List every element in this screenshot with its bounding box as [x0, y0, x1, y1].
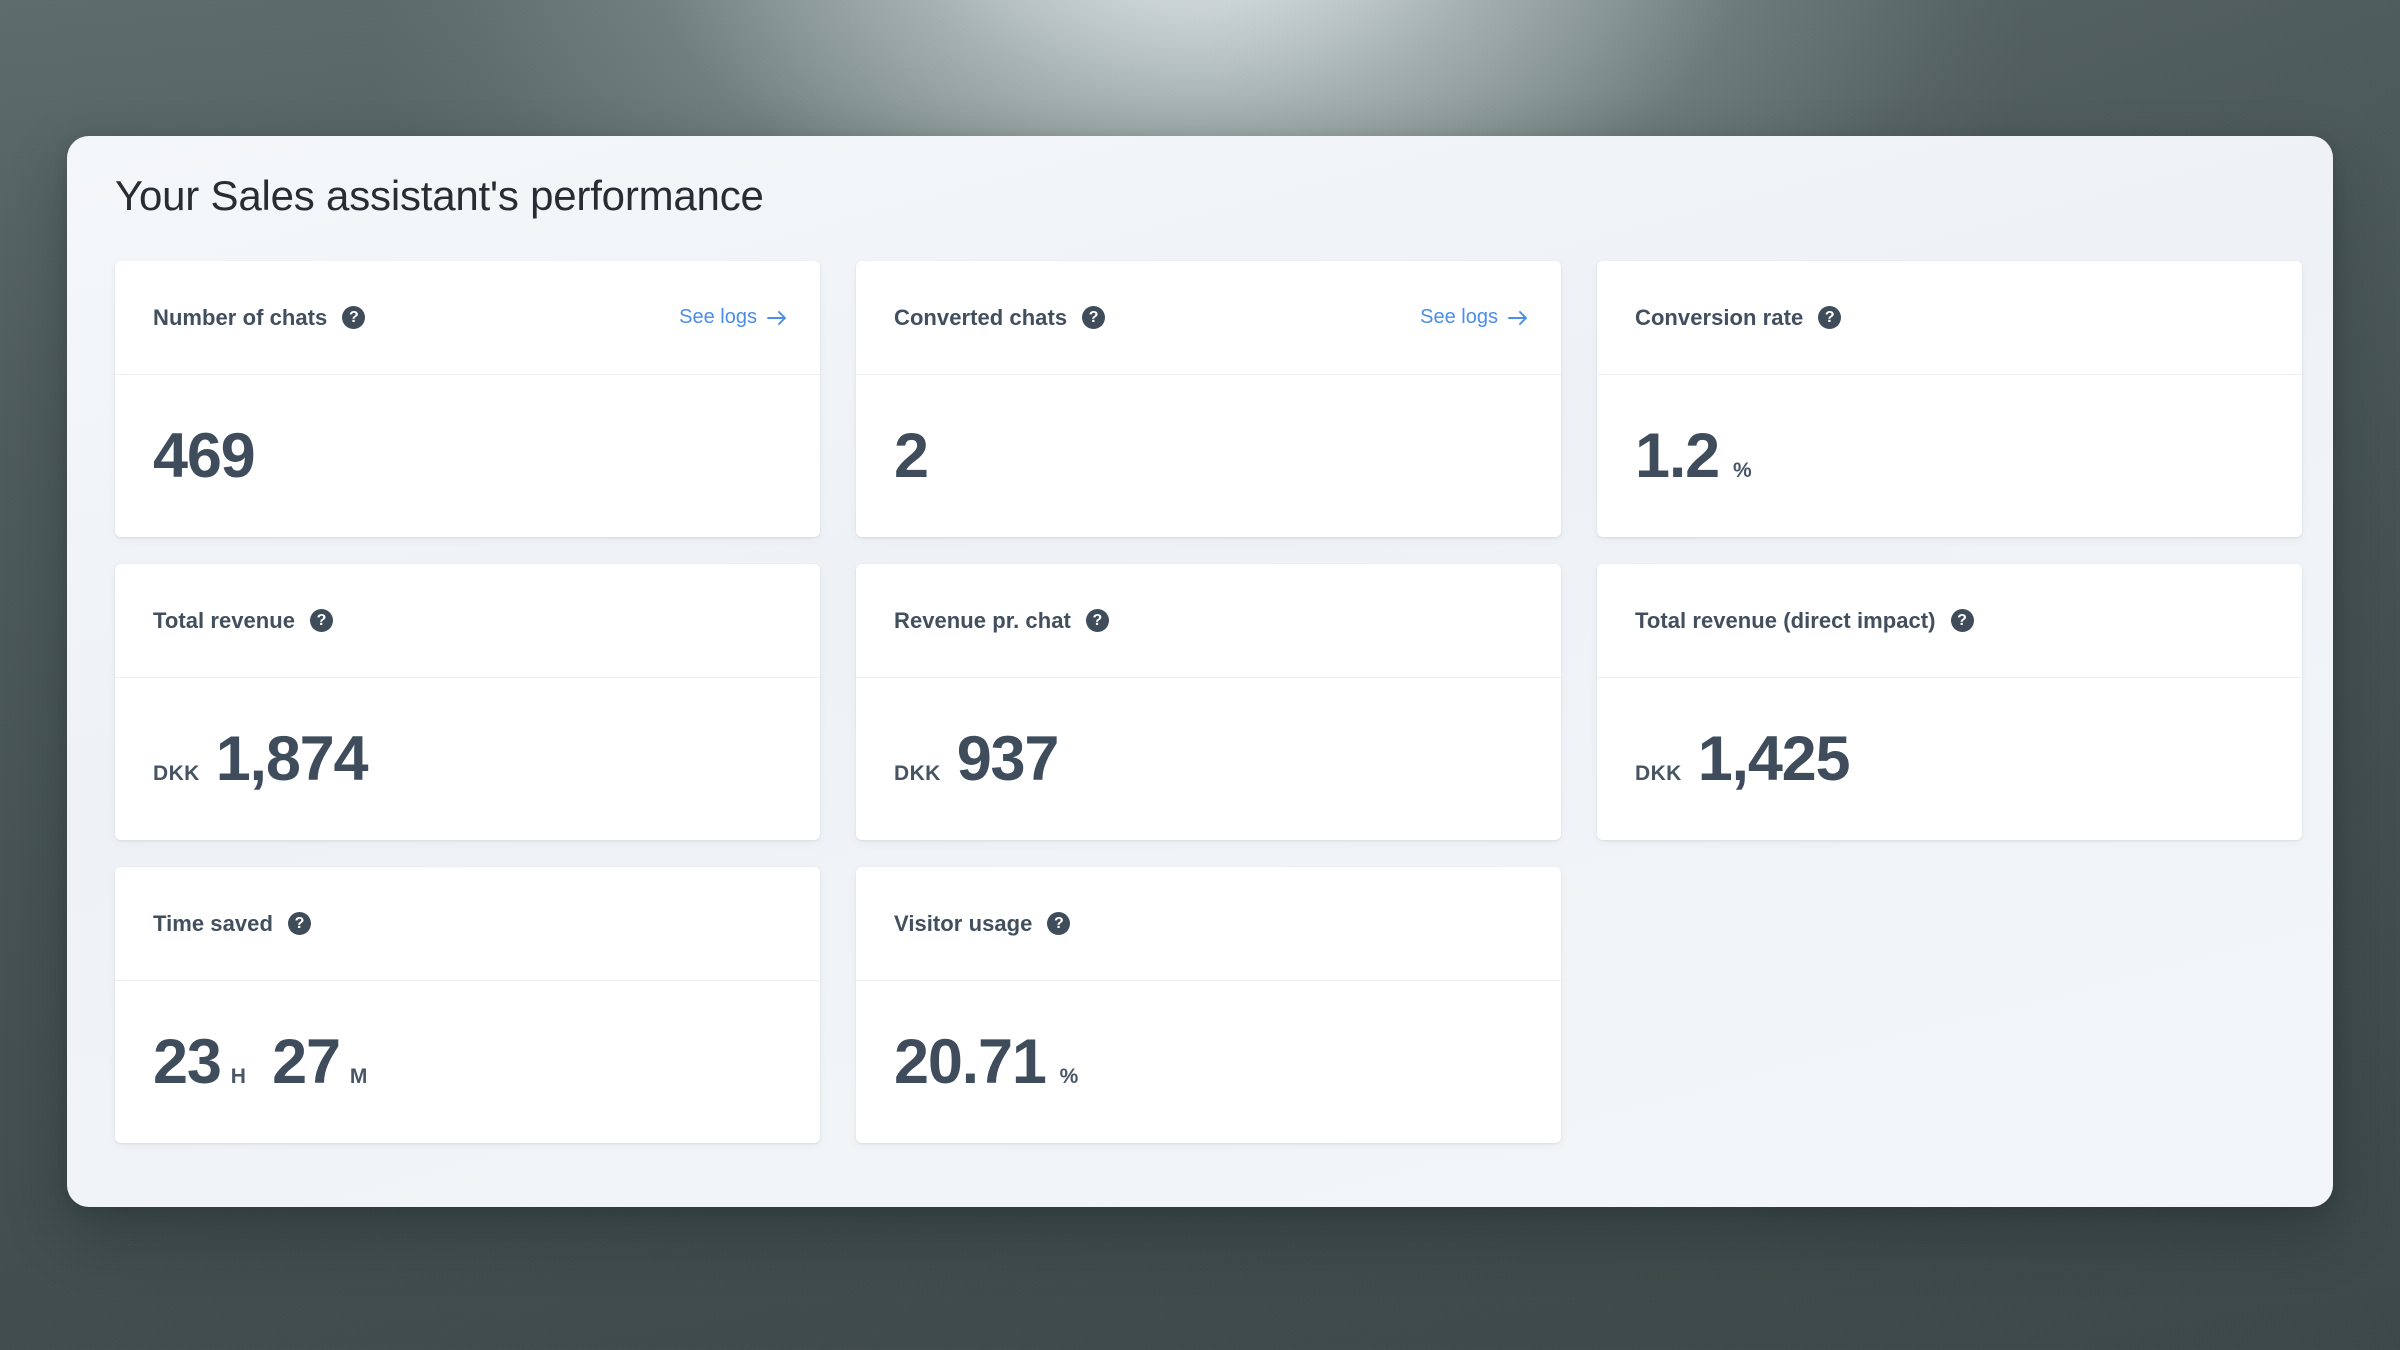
card-header: Number of chats ? See logs	[115, 261, 820, 375]
performance-panel: Your Sales assistant's performance Numbe…	[67, 136, 2333, 1207]
card-header: Time saved ?	[115, 867, 820, 981]
card-header-left: Total revenue ?	[153, 607, 334, 634]
card-label: Total revenue	[153, 607, 296, 633]
card-header: Conversion rate ?	[1597, 261, 2302, 375]
card-body: 1.2 %	[1597, 375, 2302, 537]
card-header: Total revenue ?	[115, 564, 820, 678]
card-header: Total revenue (direct impact) ?	[1597, 564, 2302, 678]
metric-unit-hours: H	[230, 1064, 247, 1088]
metric-card-total-revenue-direct-impact: Total revenue (direct impact) ? DKK 1,42…	[1597, 564, 2302, 840]
help-circle-icon[interactable]: ?	[342, 306, 366, 329]
help-circle-icon[interactable]: ?	[287, 912, 311, 935]
metric-card-total-revenue: Total revenue ? DKK 1,874	[115, 564, 820, 840]
card-header-left: Time saved ?	[153, 911, 311, 937]
metric-value-group: 20.71 %	[894, 1026, 1079, 1097]
metric-value-minutes: 27	[272, 1026, 341, 1097]
help-circle-icon[interactable]: ?	[310, 609, 334, 632]
card-header: Visitor usage ?	[856, 867, 1561, 981]
metric-value: 20.71	[894, 1026, 1047, 1097]
help-circle-icon[interactable]: ?	[1818, 306, 1842, 329]
card-label: Visitor usage	[894, 910, 1033, 936]
card-label: Number of chats	[153, 304, 328, 330]
see-logs-link[interactable]: See logs	[1420, 306, 1529, 329]
metric-value: 2	[894, 420, 929, 491]
metric-card-number-of-chats: Number of chats ? See logs 469	[115, 261, 820, 537]
page-title: Your Sales assistant's performance	[115, 172, 764, 219]
card-body: DKK 1,874	[115, 678, 820, 840]
metric-unit-minutes: M	[349, 1064, 368, 1088]
metric-value-hours: 23	[153, 1026, 222, 1097]
card-body: DKK 1,425	[1597, 678, 2302, 840]
card-body: 23 H 27 M	[115, 981, 820, 1143]
card-label: Converted chats	[894, 304, 1068, 330]
empty-grid-cell	[1597, 867, 2302, 1143]
metric-value-group: 2	[894, 420, 929, 491]
currency-prefix: DKK	[153, 761, 200, 785]
card-header: Converted chats ? See logs	[856, 261, 1561, 375]
card-body: 469	[115, 375, 820, 537]
card-body: 20.71 %	[856, 981, 1561, 1143]
help-circle-icon[interactable]: ?	[1950, 609, 1974, 632]
currency-prefix: DKK	[1635, 761, 1682, 785]
card-label: Total revenue (direct impact)	[1635, 607, 1936, 633]
card-header-left: Number of chats ?	[153, 304, 366, 331]
card-body: 2	[856, 375, 1561, 537]
metric-value-group: 23 H 27 M	[153, 1026, 394, 1097]
card-header-left: Visitor usage ?	[894, 910, 1071, 937]
metric-card-revenue-pr-chat: Revenue pr. chat ? DKK 937	[856, 564, 1561, 840]
card-header-left: Conversion rate ?	[1635, 304, 1842, 331]
metric-card-time-saved: Time saved ? 23 H 27 M	[115, 867, 820, 1143]
arrow-right-icon	[766, 309, 788, 327]
card-header-left: Revenue pr. chat ?	[894, 608, 1109, 634]
card-header-left: Total revenue (direct impact) ?	[1635, 608, 1974, 634]
metric-value-group: DKK 1,425	[1635, 723, 1851, 794]
metric-card-conversion-rate: Conversion rate ? 1.2 %	[1597, 261, 2302, 537]
metric-value: 1,874	[215, 723, 369, 794]
metric-value-group: 469	[153, 420, 256, 491]
card-header-left: Converted chats ?	[894, 304, 1106, 331]
metric-value-group: DKK 937	[894, 723, 1060, 794]
metric-value: 469	[153, 420, 256, 491]
metric-value: 1.2	[1635, 420, 1720, 491]
arrow-right-icon	[1507, 309, 1529, 327]
card-header: Revenue pr. chat ?	[856, 564, 1561, 678]
see-logs-link[interactable]: See logs	[679, 306, 788, 329]
card-label: Revenue pr. chat	[894, 607, 1071, 633]
metric-unit: %	[1059, 1064, 1079, 1088]
metric-value-group: DKK 1,874	[153, 723, 369, 794]
metric-value-group: 1.2 %	[1635, 420, 1752, 491]
help-circle-icon[interactable]: ?	[1082, 306, 1106, 329]
metric-card-visitor-usage: Visitor usage ? 20.71 %	[856, 867, 1561, 1143]
help-circle-icon[interactable]: ?	[1047, 912, 1071, 935]
currency-prefix: DKK	[894, 761, 941, 785]
see-logs-label: See logs	[1420, 306, 1498, 328]
metric-value: 1,425	[1697, 723, 1851, 794]
card-body: DKK 937	[856, 678, 1561, 840]
see-logs-label: See logs	[679, 306, 757, 328]
card-label: Conversion rate	[1635, 304, 1804, 330]
metric-card-converted-chats: Converted chats ? See logs 2	[856, 261, 1561, 537]
card-label: Time saved	[153, 910, 273, 936]
help-circle-icon[interactable]: ?	[1085, 609, 1109, 632]
metric-unit: %	[1732, 458, 1752, 482]
metric-value: 937	[956, 723, 1060, 794]
metric-card-grid: Number of chats ? See logs 469 Converted…	[115, 261, 2305, 1143]
